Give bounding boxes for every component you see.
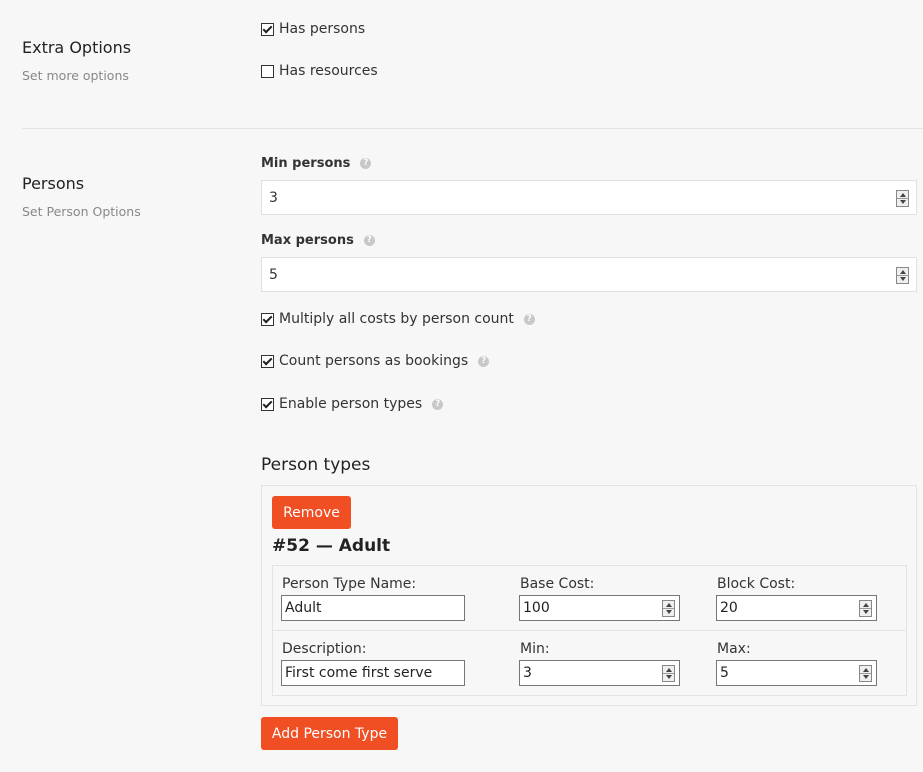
help-icon[interactable]: ? [523,313,535,325]
help-icon[interactable]: ? [360,158,372,169]
has-resources-label: Has resources [279,63,378,79]
base-cost-spinner[interactable] [662,600,675,617]
count-as-bookings-checkbox[interactable] [261,354,274,368]
block-cost-value: 20 [720,600,738,616]
help-icon[interactable]: ? [432,398,444,410]
help-icon[interactable]: ? [363,235,375,246]
enable-person-types-checkbox[interactable] [261,397,274,411]
block-cost-label: Block Cost: [717,576,796,592]
description-value: First come first serve [285,665,433,681]
enable-person-types-label: Enable person types [279,396,423,412]
min-persons-value: 3 [269,190,278,206]
min-persons-label-text: Min persons [261,156,351,171]
person-type-name-input[interactable]: Adult [281,595,465,621]
min-label: Min: [520,641,550,657]
max-persons-label-text: Max persons [261,233,354,248]
max-spinner[interactable] [859,665,872,682]
fields-row-divider [273,630,906,631]
remove-button[interactable]: Remove [272,496,351,529]
add-person-type-button[interactable]: Add Person Type [261,717,398,750]
max-input[interactable]: 5 [716,660,877,686]
multiply-costs-option[interactable]: Multiply all costs by person count ? [261,311,535,327]
min-persons-input[interactable]: 3 [261,180,917,215]
min-value: 3 [523,665,532,681]
count-as-bookings-option[interactable]: Count persons as bookings ? [261,353,490,369]
min-spinner[interactable] [662,665,675,682]
block-cost-spinner[interactable] [859,600,872,617]
max-persons-spinner[interactable] [896,267,909,284]
has-persons-label: Has persons [279,21,366,37]
has-persons-checkbox[interactable] [261,22,274,36]
persons-subtitle: Set Person Options [22,204,141,219]
max-persons-input[interactable]: 5 [261,257,917,292]
multiply-costs-checkbox[interactable] [261,312,274,326]
section-divider [22,128,923,129]
base-cost-value: 100 [523,600,550,616]
description-input[interactable]: First come first serve [281,660,465,686]
description-label: Description: [282,641,367,657]
enable-person-types-option[interactable]: Enable person types ? [261,396,444,412]
person-type-name-label: Person Type Name: [282,576,417,592]
extra-options-subtitle: Set more options [22,68,129,83]
count-as-bookings-label: Count persons as bookings [279,353,469,369]
person-types-heading: Person types [261,455,371,475]
base-cost-input[interactable]: 100 [519,595,680,621]
min-persons-spinner[interactable] [896,190,909,207]
person-type-name-value: Adult [285,600,322,616]
min-input[interactable]: 3 [519,660,680,686]
max-persons-value: 5 [269,267,278,283]
has-resources-option[interactable]: Has resources [261,63,378,79]
has-resources-checkbox[interactable] [261,64,274,78]
base-cost-label: Base Cost: [520,576,595,592]
persons-title: Persons [22,174,85,193]
person-type-title: #52 — Adult [272,536,391,556]
help-icon[interactable]: ? [478,355,490,367]
multiply-costs-label: Multiply all costs by person count [279,311,514,327]
min-persons-label: Min persons ? [261,156,372,171]
max-persons-label: Max persons ? [261,233,375,248]
has-persons-option[interactable]: Has persons [261,21,365,37]
max-value: 5 [720,665,729,681]
extra-options-title: Extra Options [22,38,132,57]
block-cost-input[interactable]: 20 [716,595,877,621]
max-label: Max: [717,641,751,657]
